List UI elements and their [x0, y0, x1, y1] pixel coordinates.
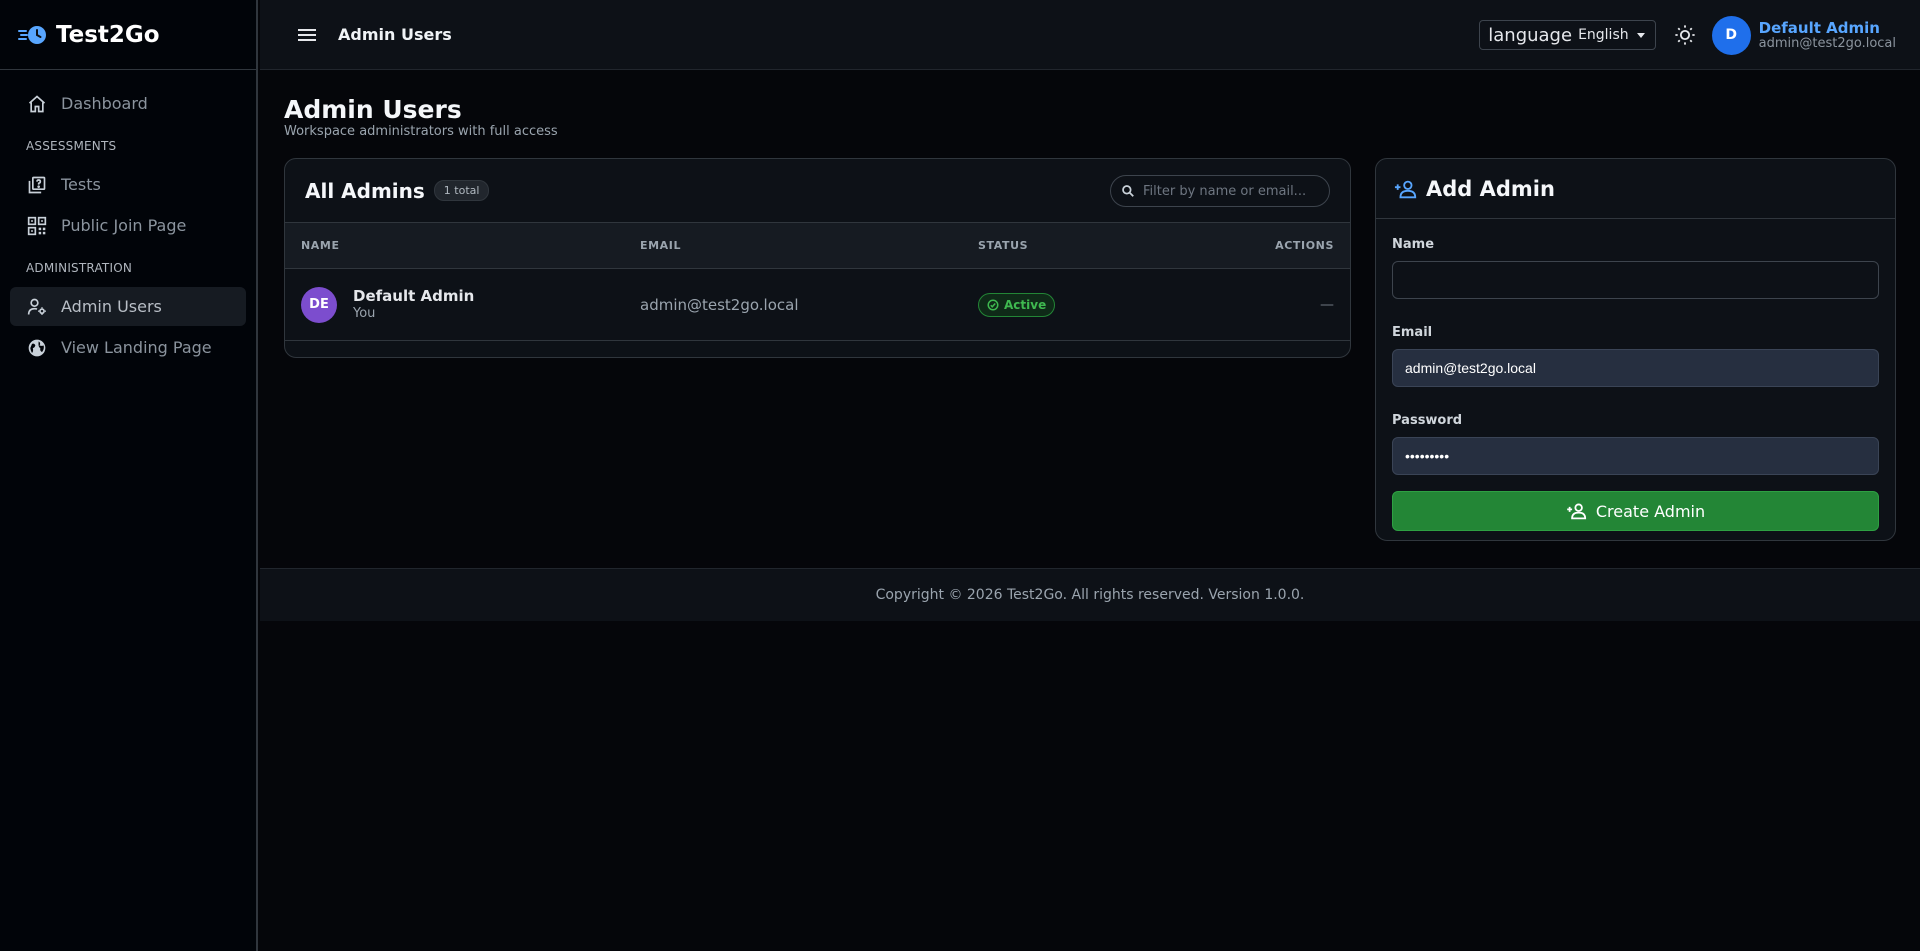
- name-field[interactable]: [1392, 261, 1879, 299]
- user-name: Default Admin: [1758, 18, 1880, 37]
- column-header-status: STATUS: [978, 239, 1029, 252]
- cell-email: admin@test2go.local: [640, 296, 978, 314]
- user-menu[interactable]: D Default Admin admin@test2go.local: [1711, 15, 1896, 55]
- sidebar-item-view-landing-page[interactable]: View Landing Page: [10, 328, 246, 367]
- clock-logo-icon: [18, 25, 46, 44]
- brand[interactable]: Test2Go: [0, 0, 256, 70]
- cell-status: Active: [978, 292, 1178, 317]
- add-admin-card: Add Admin Name Email Password Create Adm…: [1375, 158, 1896, 541]
- copyright-text: Copyright © 2026 Test2Go. All rights res…: [875, 587, 1305, 603]
- all-admins-card: All Admins 1 total NAME EMAIL STATUS ACT…: [284, 158, 1351, 358]
- email-label: Email: [1392, 325, 1433, 340]
- password-field[interactable]: [1392, 437, 1879, 475]
- home-icon: [26, 93, 48, 115]
- status-badge: Active: [978, 292, 1056, 317]
- filter-input[interactable]: [1143, 183, 1323, 199]
- all-admins-header: All Admins 1 total: [285, 159, 1350, 223]
- user-gear-icon: [26, 296, 48, 318]
- admin-email: admin@test2go.local: [640, 295, 799, 314]
- person-add-icon: [1394, 180, 1417, 198]
- add-admin-title: Add Admin: [1426, 176, 1555, 201]
- topbar-actions: language English D Default Admin admin@t…: [1479, 0, 1896, 70]
- sidebar-item-tests[interactable]: Tests: [10, 165, 246, 204]
- section-assessments: ASSESSMENTS: [26, 139, 117, 153]
- person-add-icon: [1567, 503, 1586, 520]
- hamburger-icon: [298, 28, 316, 41]
- table-header: NAME EMAIL STATUS ACTIONS: [285, 223, 1350, 269]
- create-admin-label: Create Admin: [1595, 501, 1706, 521]
- caret-down-icon: [1636, 32, 1645, 38]
- language-icon-label: language: [1488, 24, 1573, 46]
- search-icon: [1122, 185, 1134, 197]
- language-value: English: [1578, 27, 1629, 43]
- sidebar-item-dashboard[interactable]: Dashboard: [10, 84, 246, 123]
- section-administration: ADMINISTRATION: [26, 261, 133, 275]
- add-admin-form: Name Email Password Create Admin: [1376, 219, 1895, 531]
- password-label: Password: [1392, 413, 1463, 428]
- admin-name: Default Admin: [353, 286, 475, 305]
- sidebar-nav: Dashboard ASSESSMENTS Tests Public Join …: [0, 70, 256, 367]
- user-email: admin@test2go.local: [1758, 35, 1896, 51]
- sidebar-item-label: View Landing Page: [61, 338, 212, 357]
- filter-search-box[interactable]: [1110, 175, 1330, 207]
- brand-name: Test2Go: [56, 21, 160, 48]
- sun-icon: [1675, 25, 1695, 45]
- avatar: DE: [301, 286, 337, 323]
- cell-name: DE Default Admin You: [285, 286, 640, 323]
- add-admin-header: Add Admin: [1376, 159, 1895, 219]
- create-admin-button[interactable]: Create Admin: [1392, 491, 1879, 531]
- sidebar-item-label: Admin Users: [61, 297, 162, 316]
- topbar-title: Admin Users: [338, 25, 452, 44]
- column-header-name: NAME: [301, 239, 340, 252]
- page-title: Admin Users: [284, 95, 462, 124]
- globe-icon: [26, 337, 48, 359]
- sidebar-item-public-join-page[interactable]: Public Join Page: [10, 206, 246, 245]
- menu-toggle-button[interactable]: [292, 20, 322, 50]
- theme-toggle-button[interactable]: [1670, 20, 1700, 50]
- avatar: D: [1711, 15, 1751, 55]
- language-select[interactable]: language English: [1479, 20, 1656, 50]
- sidebar-item-label: Tests: [61, 175, 101, 194]
- table-row[interactable]: DE Default Admin You admin@test2go.local…: [285, 269, 1350, 341]
- status-label: Active: [1004, 297, 1047, 312]
- sidebar-item-label: Dashboard: [61, 94, 148, 113]
- admin-you-label: You: [353, 305, 376, 321]
- topbar: Admin Users language English D Default A…: [260, 0, 1920, 70]
- name-label: Name: [1392, 237, 1435, 252]
- footer: Copyright © 2026 Test2Go. All rights res…: [260, 568, 1920, 621]
- all-admins-title: All Admins: [305, 178, 425, 203]
- quiz-icon: [26, 174, 48, 196]
- check-circle-icon: [987, 299, 999, 310]
- column-header-actions: ACTIONS: [1275, 239, 1334, 252]
- qr-code-icon: [26, 215, 48, 237]
- sidebar: Test2Go Dashboard ASSESSMENTS Tests Publ…: [0, 0, 258, 951]
- total-badge: 1 total: [433, 180, 490, 201]
- email-field[interactable]: [1392, 349, 1879, 387]
- cell-actions: —: [1178, 297, 1350, 313]
- actions-placeholder: —: [1320, 296, 1334, 313]
- sidebar-item-admin-users[interactable]: Admin Users: [10, 287, 246, 326]
- sidebar-item-label: Public Join Page: [61, 216, 187, 235]
- page-subtitle: Workspace administrators with full acces…: [284, 124, 558, 139]
- column-header-email: EMAIL: [640, 239, 682, 252]
